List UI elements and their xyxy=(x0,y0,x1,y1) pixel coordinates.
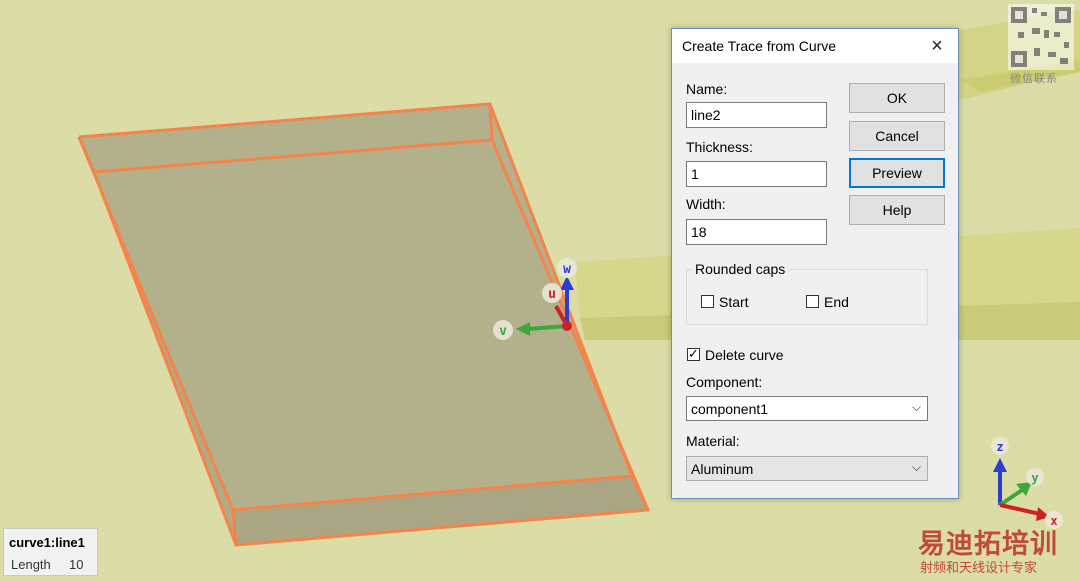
material-select[interactable]: Aluminum ⌵ xyxy=(686,456,928,481)
component-select[interactable]: component1 ⌵ xyxy=(686,396,928,421)
gizmo-u-label: u xyxy=(548,287,556,302)
component-label: Component: xyxy=(686,374,763,390)
qr-code-icon xyxy=(1008,4,1074,70)
material-value: Aluminum xyxy=(691,461,754,477)
close-icon[interactable]: × xyxy=(926,35,948,57)
end-checkbox[interactable] xyxy=(806,295,819,308)
start-checkbox[interactable] xyxy=(701,295,714,308)
qr-caption: 微信联系 xyxy=(1010,73,1058,85)
length-value: 10 xyxy=(69,557,84,572)
chevron-down-icon: ⌵ xyxy=(911,460,921,474)
gizmo-w-label: w xyxy=(563,262,571,277)
axis-triad: z y x xyxy=(991,437,1063,529)
dialog-title: Create Trace from Curve xyxy=(682,38,837,54)
dialog-titlebar[interactable]: Create Trace from Curve × xyxy=(672,29,958,63)
delete-curve-checkbox[interactable] xyxy=(687,346,700,362)
rounded-caps-label: Rounded caps xyxy=(692,261,789,277)
brand-watermark: 易迪拓培训 xyxy=(918,529,1058,559)
selection-status: curve1:line1 Length 10 xyxy=(3,528,98,576)
brand-subtitle: 射频和天线设计专家 xyxy=(920,560,1038,575)
name-label: Name: xyxy=(686,81,728,97)
board-top-face xyxy=(79,104,632,510)
ok-button[interactable]: OK xyxy=(849,83,945,113)
delete-curve-label: Delete curve xyxy=(705,347,784,363)
width-input[interactable] xyxy=(686,219,827,245)
gizmo-v-label: v xyxy=(499,324,507,339)
width-label: Width: xyxy=(686,196,726,212)
axis-y-label: y xyxy=(1031,471,1038,485)
axis-z-label: z xyxy=(996,440,1003,454)
help-button[interactable]: Help xyxy=(849,195,945,225)
material-label: Material: xyxy=(686,433,740,449)
chevron-down-icon: ⌵ xyxy=(911,400,921,414)
cancel-button[interactable]: Cancel xyxy=(849,121,945,151)
create-trace-dialog: Create Trace from Curve × Name: Thicknes… xyxy=(671,28,959,499)
preview-button[interactable]: Preview xyxy=(849,158,945,188)
thickness-label: Thickness: xyxy=(686,139,753,155)
start-label: Start xyxy=(719,294,749,310)
thickness-input[interactable] xyxy=(686,161,827,187)
end-label: End xyxy=(824,294,849,310)
name-input[interactable] xyxy=(686,102,827,128)
component-value: component1 xyxy=(691,401,769,417)
length-label: Length xyxy=(11,557,51,572)
selected-object-name: curve1:line1 xyxy=(9,535,85,550)
